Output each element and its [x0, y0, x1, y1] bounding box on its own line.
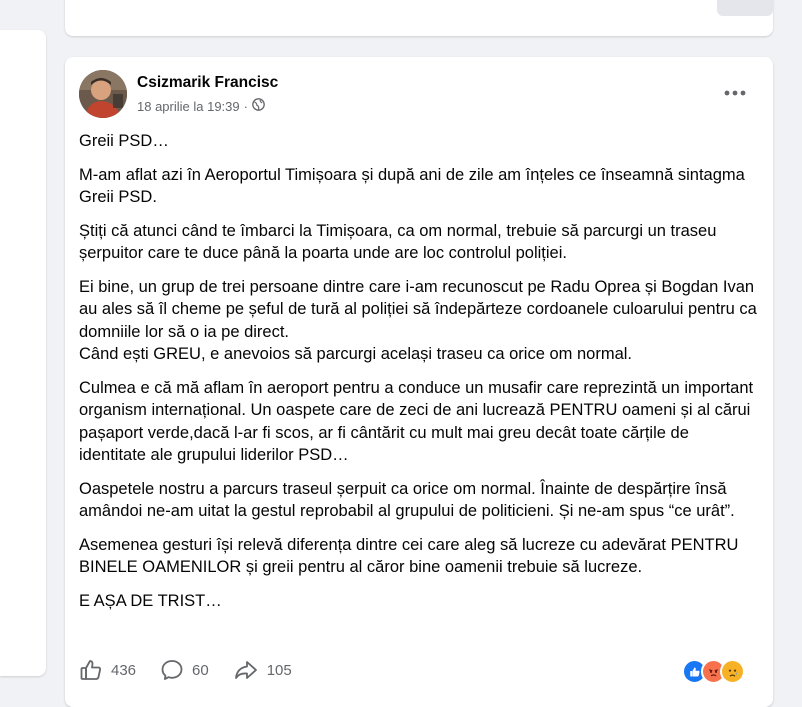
post-paragraph: Știți că atunci când te îmbarci la Timiș…	[79, 221, 717, 263]
like-count: 436	[111, 661, 137, 679]
previous-post-card	[65, 0, 773, 36]
comment-button[interactable]: 60	[160, 658, 209, 682]
post-paragraph: Oaspetele nostru a parcurs traseul șerpu…	[79, 479, 735, 521]
previous-post-button[interactable]	[717, 0, 773, 16]
like-button[interactable]: 436	[79, 658, 136, 682]
post-date[interactable]: 18 aprilie la 19:39	[137, 99, 240, 114]
post-paragraph: Ei bine, un grup de trei persoane dintre…	[79, 277, 757, 364]
post-paragraph: Greii PSD…	[79, 132, 169, 150]
comment-icon	[161, 660, 183, 680]
avatar[interactable]	[79, 70, 127, 118]
post-paragraph: Culmea e că mă aflam în aeroport pentru …	[79, 378, 754, 465]
sad-reaction-icon	[720, 659, 745, 684]
meta-separator: ·	[243, 98, 248, 114]
like-icon	[80, 660, 101, 680]
post-paragraph: E AȘA DE TRIST…	[79, 591, 222, 610]
post-paragraph: Asemenea gesturi își relevă diferența di…	[79, 535, 739, 577]
reaction-summary[interactable]	[682, 659, 745, 684]
post-actions-bar: 436 60 105	[79, 656, 759, 684]
more-icon	[724, 90, 746, 96]
post-card: Csizmarik Francisc 18 aprilie la 19:39 ·…	[65, 57, 773, 707]
share-button[interactable]: 105	[233, 658, 292, 682]
share-count: 105	[266, 661, 292, 679]
post-text: Greii PSD… M-am aflat azi în Aeroportul …	[79, 130, 759, 623]
share-icon	[234, 661, 257, 679]
author-name[interactable]: Csizmarik Francisc	[137, 74, 278, 92]
post-paragraph: M-am aflat azi în Aeroportul Timișoara ș…	[79, 165, 745, 207]
globe-icon	[252, 98, 265, 114]
post-meta: 18 aprilie la 19:39 ·	[137, 98, 265, 114]
comment-count: 60	[192, 661, 209, 679]
left-sidebar-card	[0, 30, 46, 676]
more-options-button[interactable]	[717, 83, 753, 103]
